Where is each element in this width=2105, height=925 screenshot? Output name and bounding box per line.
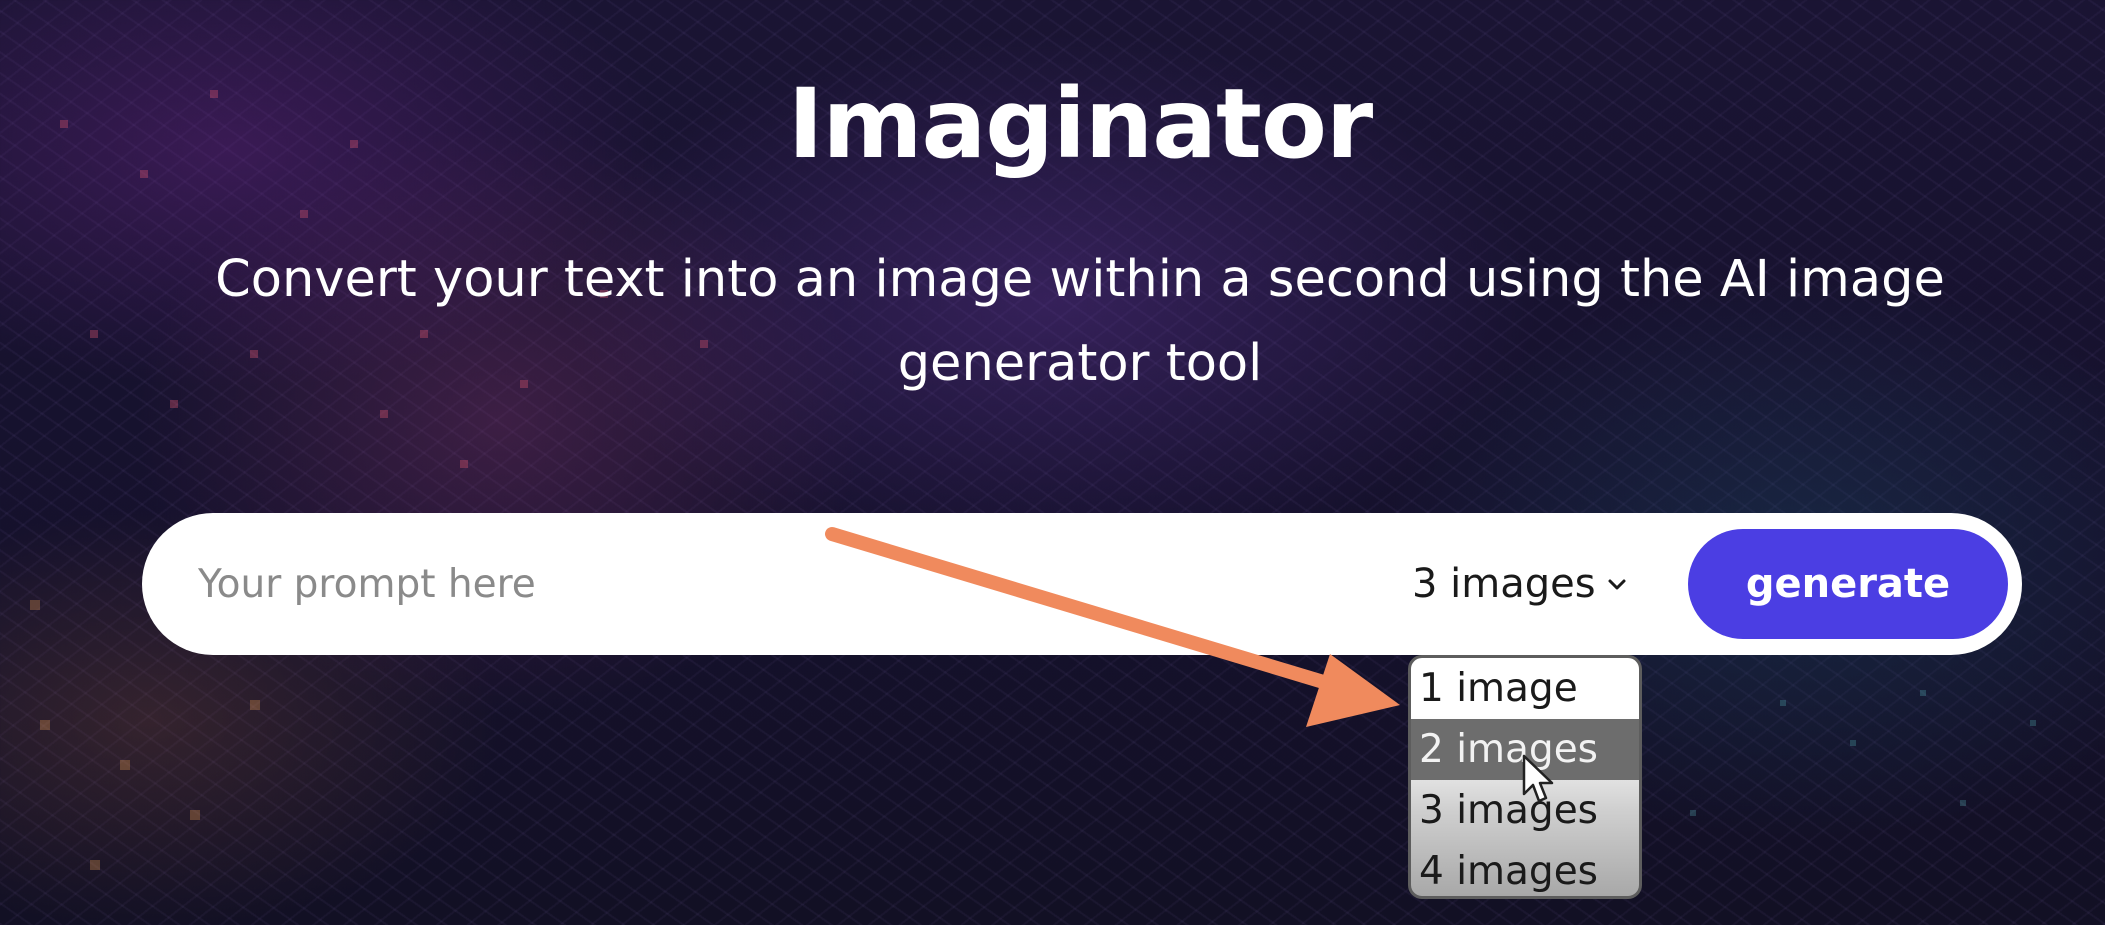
dropdown-option-3-images[interactable]: 3 images bbox=[1411, 780, 1639, 841]
generate-button[interactable]: generate bbox=[1688, 529, 2008, 639]
image-count-select[interactable]: 3 images bbox=[1412, 550, 1628, 618]
image-count-dropdown: 1 image 2 images 3 images 4 images bbox=[1408, 655, 1642, 899]
image-count-selected-label: 3 images bbox=[1412, 561, 1596, 607]
dropdown-option-4-images[interactable]: 4 images bbox=[1411, 841, 1639, 896]
page-title: Imaginator bbox=[787, 68, 1373, 180]
page-subtitle: Convert your text into an image within a… bbox=[215, 250, 1945, 393]
dropdown-option-1-image[interactable]: 1 image bbox=[1411, 658, 1639, 719]
dropdown-option-2-images[interactable]: 2 images bbox=[1411, 719, 1639, 780]
chevron-down-icon bbox=[1606, 573, 1628, 595]
prompt-input[interactable] bbox=[198, 543, 1298, 625]
prompt-bar: 3 images generate bbox=[142, 513, 2022, 655]
